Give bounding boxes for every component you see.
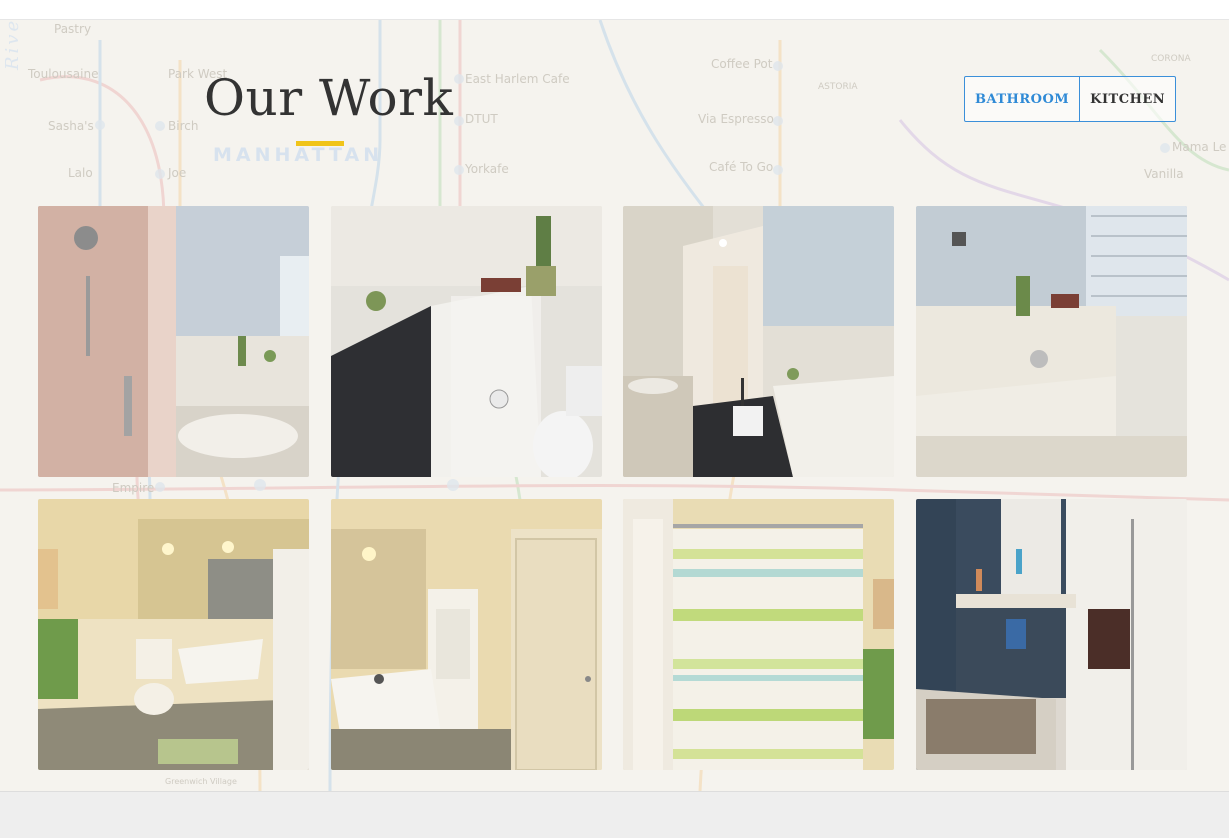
photo-image: [38, 206, 309, 477]
photo-image: [916, 206, 1187, 477]
map-stop-label: East Harlem Cafe: [465, 72, 570, 86]
map-stop-label: Mama Le: [1172, 140, 1227, 154]
photo-image: [916, 499, 1187, 770]
filter-bathroom-button[interactable]: BATHROOM: [965, 77, 1079, 121]
photo-image: [331, 206, 602, 477]
map-stop-label: Coffee Pot: [711, 57, 773, 71]
photo-image: [331, 499, 602, 770]
map-stop-label: Pastry: [54, 22, 92, 36]
top-nav-bar: [0, 0, 1229, 20]
gallery-photo-tub-window[interactable]: [916, 206, 1187, 477]
map-stop-label: Toulousaine: [28, 67, 99, 81]
page-title: Our Work: [204, 69, 454, 127]
map-stop-label: Greenwich Village: [165, 777, 237, 786]
map-stop-label: Vanilla: [1144, 167, 1184, 181]
gallery-photo-yellow-bath-toilet[interactable]: [38, 499, 309, 770]
filter-kitchen-button[interactable]: KITCHEN: [1079, 77, 1175, 121]
title-accent-underline: [296, 141, 344, 146]
map-stop-label: Sasha's: [48, 119, 94, 133]
photo-image: [38, 499, 309, 770]
map-stop-label: Yorkafe: [465, 162, 509, 176]
map-stop-label: Café To Go: [709, 160, 774, 174]
map-river-label: River: [2, 20, 23, 70]
map-stop-label: Via Espresso: [698, 112, 774, 126]
map-stop-label: ASTORIA: [818, 82, 858, 92]
gallery-photo-tub-subway-tile[interactable]: [331, 206, 602, 477]
gallery-filter-group: BATHROOM KITCHEN: [964, 76, 1177, 122]
photo-image: [623, 206, 894, 477]
map-stop-label: Lalo: [68, 166, 93, 180]
map-stop-label: Birch: [168, 119, 199, 133]
map-stop-label: Empire: [112, 481, 155, 495]
photo-image: [623, 499, 894, 770]
gallery-photo-shower-tub[interactable]: [38, 206, 309, 477]
map-stop-label: DTUT: [465, 112, 498, 126]
gallery-photo-marble-tub-shower[interactable]: [916, 499, 1187, 770]
map-district-label: MANHATTAN: [213, 144, 384, 166]
map-stop-label: CORONA: [1151, 54, 1191, 64]
footer-band: [0, 791, 1229, 838]
map-stop-label: Joe: [168, 166, 187, 180]
gallery-photo-trough-sink-cabinet[interactable]: [331, 499, 602, 770]
our-work-section: River MANHATTAN Pastry Toulousaine Park …: [0, 20, 1229, 791]
gallery-photo-striped-curtain[interactable]: [623, 499, 894, 770]
gallery-photo-long-bath-vanity[interactable]: [623, 206, 894, 477]
